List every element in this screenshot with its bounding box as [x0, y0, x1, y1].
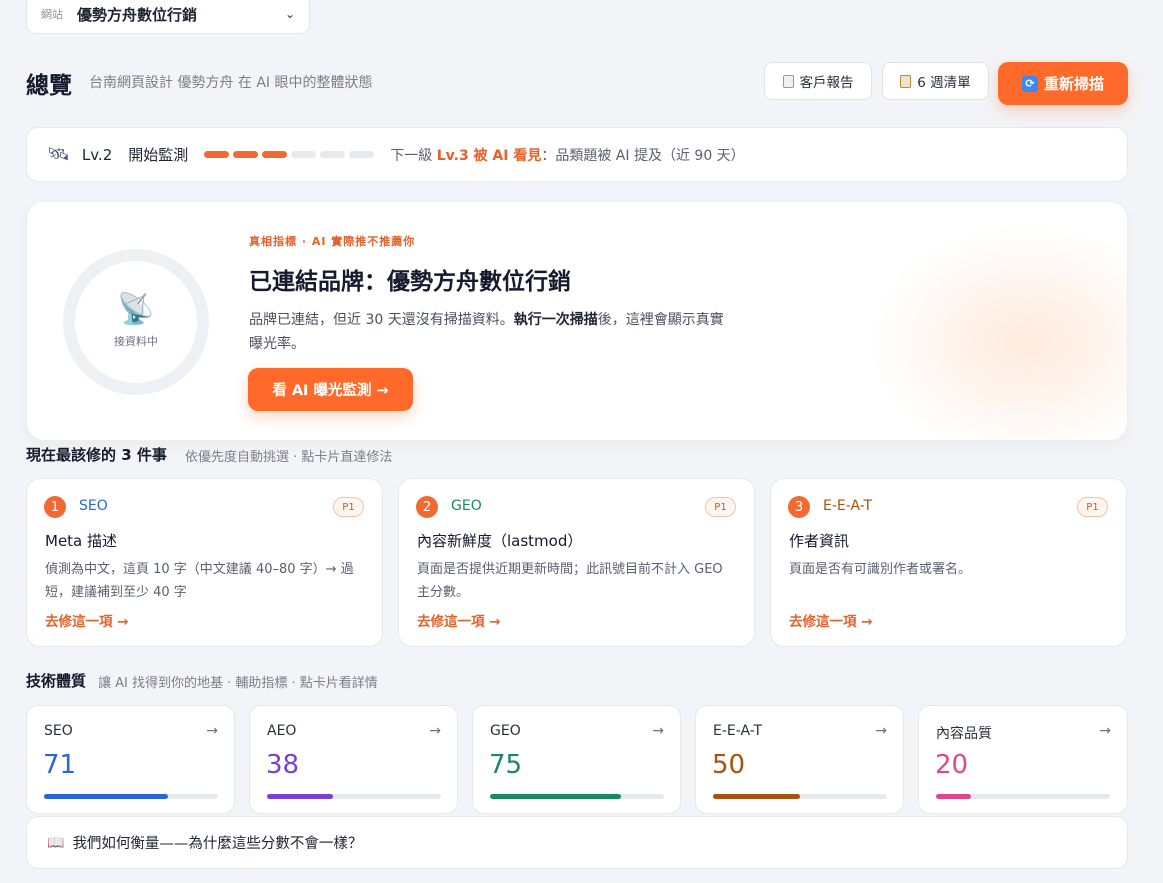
fix-name: 作者資訊: [789, 532, 850, 550]
hero-desc-part: 品牌已連結，但近 30 天還沒有掃描資料。: [249, 312, 514, 328]
fix-category: E-E-A-T: [823, 498, 873, 514]
measurement-label: 我們如何衡量——為什麼這些分數不會一樣？: [72, 836, 363, 852]
level-progress-segment: [204, 151, 230, 158]
ai-exposure-monitor-button[interactable]: 看 AI 曝光監測 →: [248, 368, 413, 411]
hero-eyebrow: 真相指標 · AI 實際推不推薦你: [249, 235, 416, 248]
score-name: GEO: [490, 723, 521, 739]
score-value: 50: [712, 750, 746, 780]
fix-card[interactable]: 3 E-E-A-T P1 作者資訊 頁面是否有可識別作者或署名。 去修這一項 →: [770, 478, 1127, 647]
client-report-label: 客戶報告: [799, 75, 854, 91]
score-bar-fill: [44, 794, 168, 799]
priority-badge: P1: [1077, 497, 1108, 517]
hero-title: 已連結品牌：優勢方舟數位行銷: [249, 269, 571, 295]
score-bar: [44, 794, 218, 799]
score-card-geo[interactable]: GEO → 75: [472, 705, 681, 814]
priority-badge: P1: [333, 497, 364, 517]
score-value: 75: [489, 750, 523, 780]
level-progress-segment: [320, 151, 346, 158]
arrow-right-icon: →: [206, 723, 218, 739]
arrow-right-icon: →: [1099, 723, 1111, 739]
fix-name: 內容新鮮度（lastmod）: [417, 532, 583, 550]
fix-number: 3: [788, 496, 810, 518]
score-name: AEO: [267, 723, 297, 739]
score-name: 內容品質: [936, 726, 992, 742]
fix-link[interactable]: 去修這一項 →: [789, 610, 873, 630]
score-bar: [267, 794, 441, 799]
level-bar: 🛰 Lv.2 開始監測 下一級 Lv.3 被 AI 看見：品類題被 AI 提及（…: [26, 127, 1128, 182]
arrow-right-icon: →: [875, 723, 887, 739]
next-level-name: Lv.3 被 AI 看見: [436, 147, 542, 164]
score-bar: [490, 794, 664, 799]
score-card-seo[interactable]: SEO → 71: [26, 705, 235, 814]
clipboard-icon: [900, 74, 912, 88]
book-icon: 📖: [47, 834, 65, 851]
tech-section-subtitle: 讓 AI 找得到你的地基 · 輔助指標 · 點卡片看詳情: [98, 676, 378, 691]
level-progress-segment: [262, 151, 288, 158]
score-value: 38: [266, 750, 300, 780]
next-level-desc: ：品類題被 AI 提及（近 90 天）: [541, 147, 745, 164]
arrow-right-icon: →: [652, 723, 664, 739]
score-bar-fill: [490, 794, 621, 799]
site-select-value: 優勢方舟數位行銷: [77, 5, 198, 24]
score-value: 71: [43, 750, 77, 780]
document-icon: [782, 74, 794, 88]
tech-section-title: 技術體質: [26, 672, 87, 690]
score-bar-fill: [267, 794, 334, 799]
fix-description: 頁面是否提供近期更新時間；此訊號目前不計入 GEO 主分數。: [417, 562, 723, 600]
hero-description: 品牌已連結，但近 30 天還沒有掃描資料。執行一次掃描後，這裡會顯示真實曝光率。: [249, 308, 729, 356]
six-week-checklist-label: 6 週清單: [917, 75, 971, 91]
satellite-icon: 🛰: [47, 144, 70, 165]
score-card-eeat[interactable]: E-E-A-T → 50: [695, 705, 904, 814]
fixes-section-subtitle: 依優先度自動挑選 · 點卡片直達修法: [185, 450, 393, 465]
fix-category: GEO: [451, 498, 482, 514]
score-value: 20: [935, 750, 969, 780]
rescan-button[interactable]: ⟳ 重新掃描: [998, 62, 1128, 105]
score-card-aeo[interactable]: AEO → 38: [249, 705, 458, 814]
score-bar: [713, 794, 887, 799]
score-bar: [936, 794, 1110, 799]
site-select-label: 網站: [41, 8, 63, 21]
fix-card[interactable]: 2 GEO P1 內容新鮮度（lastmod） 頁面是否提供近期更新時間；此訊號…: [398, 478, 755, 647]
chevron-down-icon: ⌄: [284, 7, 295, 21]
score-bar-fill: [713, 794, 800, 799]
fix-number: 1: [44, 496, 66, 518]
next-level-text: 下一級 Lv.3 被 AI 看見：品類題被 AI 提及（近 90 天）: [390, 145, 744, 165]
hero-desc-emphasis: 執行一次掃描: [513, 312, 598, 328]
client-report-button[interactable]: 客戶報告: [764, 62, 872, 100]
fix-description: 偵測為中文，這頁 10 字（中文建議 40–80 字）→ 過短，建議補到至少 4…: [45, 562, 354, 600]
level-progress-segment: [291, 151, 317, 158]
priority-badge: P1: [705, 497, 736, 517]
score-name: E-E-A-T: [713, 723, 763, 739]
page-title: 總覽: [26, 73, 72, 99]
brand-hero-card: 📡 接資料中 真相指標 · AI 實際推不推薦你 已連結品牌：優勢方舟數位行銷 …: [26, 201, 1128, 441]
level-progress: [204, 151, 375, 158]
fix-name: Meta 描述: [45, 532, 118, 550]
fix-description: 頁面是否有可識別作者或署名。: [789, 562, 972, 577]
measurement-explainer[interactable]: 📖 我們如何衡量——為什麼這些分數不會一樣？: [26, 816, 1128, 869]
fixes-section-title: 現在最該修的 3 件事: [26, 446, 167, 464]
fix-link[interactable]: 去修這一項 →: [45, 610, 129, 630]
arrow-right-icon: →: [429, 723, 441, 739]
score-card-content-quality[interactable]: 內容品質 → 20: [918, 705, 1128, 814]
refresh-icon: ⟳: [1021, 75, 1038, 92]
level-name: 開始監測: [128, 146, 189, 164]
site-select[interactable]: 網站 優勢方舟數位行銷 ⌄: [26, 0, 310, 34]
fix-link[interactable]: 去修這一項 →: [417, 610, 501, 630]
fix-number: 2: [416, 496, 438, 518]
next-level-prefix: 下一級: [390, 147, 433, 164]
rescan-label: 重新掃描: [1043, 75, 1104, 93]
fix-card[interactable]: 1 SEO P1 Meta 描述 偵測為中文，這頁 10 字（中文建議 40–8…: [26, 478, 383, 647]
level-badge: Lv.2: [81, 145, 113, 164]
level-progress-segment: [349, 151, 375, 158]
level-progress-segment: [233, 151, 259, 158]
exposure-ring: 📡 接資料中: [63, 249, 209, 395]
six-week-checklist-button[interactable]: 6 週清單: [882, 62, 989, 100]
score-bar-fill: [936, 794, 971, 799]
page-subtitle: 台南網頁設計 優勢方舟 在 AI 眼中的整體狀態: [89, 75, 373, 91]
score-name: SEO: [44, 723, 73, 739]
fix-category: SEO: [79, 498, 108, 514]
satellite-dish-icon: 📡: [117, 292, 155, 327]
ring-label: 接資料中: [114, 335, 158, 348]
